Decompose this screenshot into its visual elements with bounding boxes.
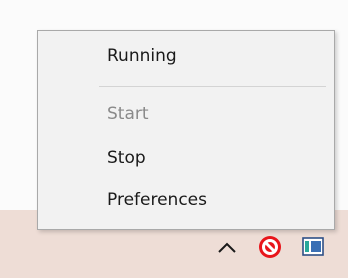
menu-separator <box>99 86 326 87</box>
stop-status-icon[interactable] <box>257 234 283 260</box>
menu-item-stop[interactable]: Stop <box>107 148 146 168</box>
menu-item-start: Start <box>107 104 149 124</box>
tray-context-menu: Running Start Stop Preferences <box>37 30 335 230</box>
app-window-icon[interactable] <box>302 236 324 258</box>
menu-item-preferences[interactable]: Preferences <box>107 190 207 210</box>
show-hidden-icons-chevron-icon[interactable] <box>216 237 238 257</box>
menu-item-running[interactable]: Running <box>107 46 177 66</box>
